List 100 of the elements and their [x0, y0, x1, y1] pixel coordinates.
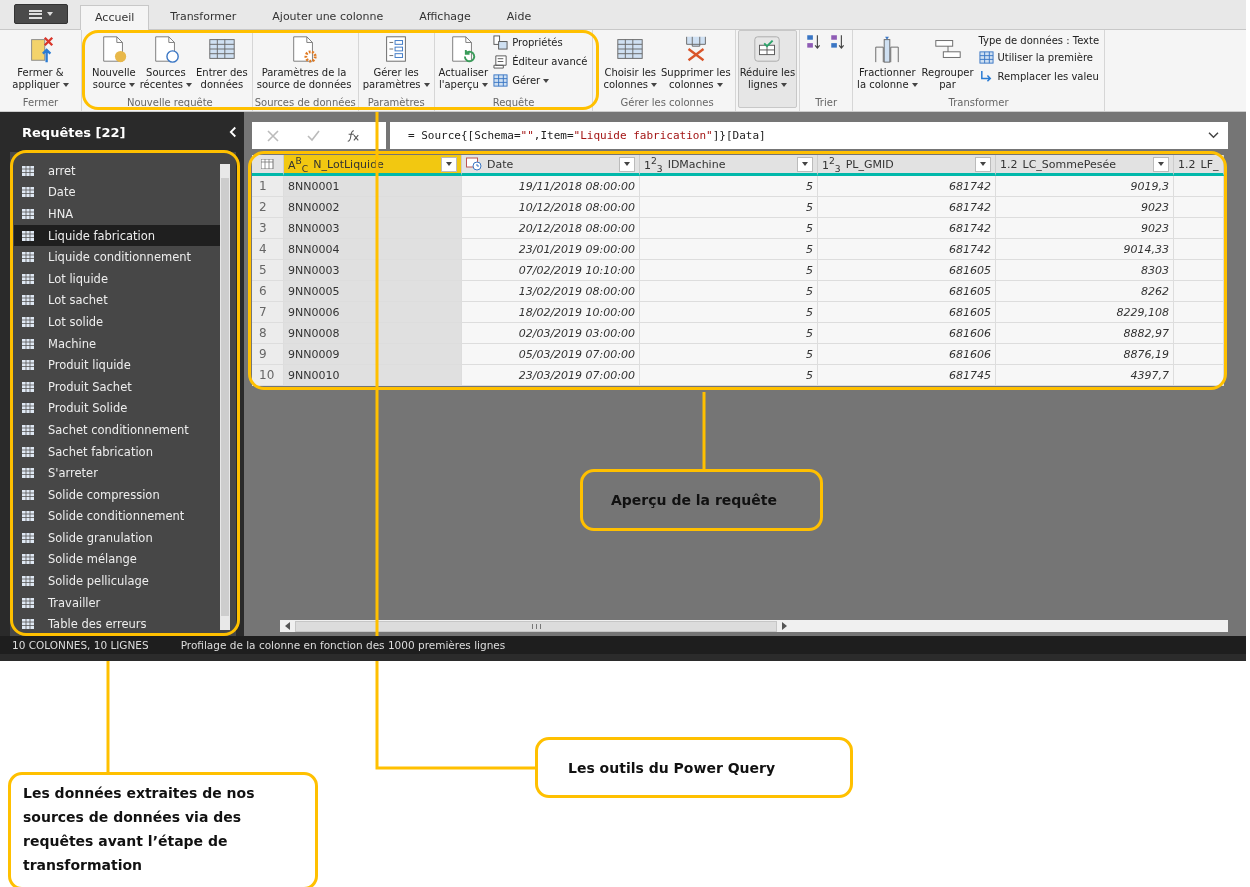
query-item[interactable]: Produit Sachet: [14, 375, 220, 398]
table-cell: 9023: [996, 197, 1174, 218]
ribbon-tab[interactable]: Accueil: [80, 5, 150, 30]
table-cell: [1174, 239, 1224, 260]
table-cell: [1174, 302, 1224, 323]
ribbon-button[interactable]: Éditeur avancé: [490, 53, 591, 70]
table-icon: [22, 316, 34, 327]
filter-dropdown[interactable]: [975, 156, 991, 172]
query-item[interactable]: arret: [14, 160, 220, 182]
column-header[interactable]: 1.2 LC_SommePesée: [996, 155, 1174, 176]
table-cell: 5: [640, 344, 818, 365]
type-icon: 1.2: [1178, 157, 1196, 171]
table-cell: 5: [640, 239, 818, 260]
query-item[interactable]: Travailler: [14, 591, 220, 614]
table-cell: 7: [252, 302, 284, 323]
status-text: 10 COLONNES, 10 LIGNES: [12, 639, 149, 651]
query-item[interactable]: Liquide conditionnement: [14, 246, 220, 268]
table-icon: [22, 576, 34, 587]
table-cell: [1174, 344, 1224, 365]
ribbon-button[interactable]: Supprimer les colonnes: [659, 30, 733, 94]
ribbon-tab[interactable]: Transformer: [155, 4, 252, 29]
function-icon[interactable]: [346, 128, 360, 143]
table-cell: 8: [252, 323, 284, 344]
column-header[interactable]: Date: [462, 155, 640, 176]
query-item[interactable]: Solide conditionnement: [14, 505, 220, 528]
query-item[interactable]: Table des erreurs: [14, 613, 220, 636]
table-cell: 10/12/2018 08:00:00: [462, 197, 640, 218]
ribbon-button[interactable]: Propriétés: [490, 34, 591, 51]
ribbon-button[interactable]: Sources récentes: [137, 30, 195, 94]
ribbon-button[interactable]: Réduire les lignes: [737, 30, 798, 108]
query-item[interactable]: Lot liquide: [14, 267, 220, 290]
ribbon-tab[interactable]: Ajouter une colonne: [257, 4, 399, 29]
query-item[interactable]: Produit Solide: [14, 397, 220, 420]
table-cell: [1174, 260, 1224, 281]
table-icon: [22, 295, 34, 306]
column-header[interactable]: A$^{B}$$_{C}$ N_LotLiquide: [284, 155, 462, 176]
table-cell: [1174, 218, 1224, 239]
query-item[interactable]: S'arreter: [14, 462, 220, 484]
query-item[interactable]: Machine: [14, 332, 220, 355]
query-item[interactable]: Solide mélange: [14, 548, 220, 571]
horizontal-scrollbar[interactable]: [280, 620, 1228, 632]
ribbon-tab[interactable]: Affichage: [404, 4, 486, 29]
query-item[interactable]: Lot sachet: [14, 289, 220, 312]
ribbon-tab[interactable]: Aide: [491, 4, 547, 29]
table-cell: 5: [640, 176, 818, 197]
query-item[interactable]: HNA: [14, 203, 220, 225]
ribbon-button[interactable]: Regrouper par: [919, 30, 976, 94]
table-cell: 9019,3: [996, 176, 1174, 197]
table-cell: 19/11/2018 08:00:00: [462, 176, 640, 197]
filter-dropdown[interactable]: [619, 156, 635, 172]
query-item[interactable]: Produit liquide: [14, 354, 220, 376]
ribbon-button[interactable]: Type de données : Texte: [975, 34, 1103, 47]
table-icon: [22, 252, 34, 263]
ribbon-button[interactable]: Gérer les paramètres: [360, 30, 432, 94]
query-item[interactable]: Solide pelliculage: [14, 570, 220, 592]
table-cell: 4: [252, 239, 284, 260]
query-item[interactable]: Sachet conditionnement: [14, 419, 220, 441]
table-cell: 681742: [818, 239, 996, 260]
ribbon-button[interactable]: Fractionner la colonne: [855, 30, 920, 94]
scroll-icon: [493, 54, 509, 69]
filter-dropdown[interactable]: [1153, 156, 1169, 172]
column-header[interactable]: 1$^{2}$$_{3}$ IDMachine: [640, 155, 818, 176]
ribbon-button[interactable]: Actualiser l'aperçu: [436, 30, 491, 94]
column-header[interactable]: 1$^{2}$$_{3}$ PL_GMID: [818, 155, 996, 176]
column-header[interactable]: 1.2 LF_: [1174, 155, 1224, 176]
ribbon-button[interactable]: Remplacer les valeu: [975, 68, 1103, 85]
ribbon-button[interactable]: Gérer: [490, 72, 591, 89]
scroll-left-icon[interactable]: [285, 622, 291, 630]
ribbon-button[interactable]: Utiliser la première: [975, 49, 1103, 66]
table-cell: 5: [640, 281, 818, 302]
collapse-icon[interactable]: [229, 126, 238, 138]
table-menu-button[interactable]: [252, 155, 284, 176]
table-cell: 8876,19: [996, 344, 1174, 365]
expand-icon[interactable]: [1207, 131, 1220, 140]
filter-dropdown[interactable]: [441, 156, 457, 172]
ribbon-button[interactable]: Nouvelle source: [90, 30, 138, 94]
table-cell: 681605: [818, 302, 996, 323]
table-icon: [22, 165, 34, 176]
group-label: Nouvelle requête: [126, 97, 213, 108]
query-item[interactable]: Solide compression: [14, 483, 220, 506]
table-cell: 681605: [818, 281, 996, 302]
query-item[interactable]: Solide granulation: [14, 527, 220, 549]
table-cell: 23/03/2019 07:00:00: [462, 365, 640, 386]
table-icon: [22, 403, 34, 414]
ribbon-button[interactable]: Fermer & appliquer: [10, 30, 71, 94]
query-item[interactable]: Lot solide: [14, 311, 220, 333]
check-icon[interactable]: [306, 128, 320, 143]
scroll-right-icon[interactable]: [781, 622, 787, 630]
file-menu-button[interactable]: [14, 4, 68, 24]
table-cell: [1174, 323, 1224, 344]
filter-dropdown[interactable]: [797, 156, 813, 172]
ribbon-button[interactable]: Entrer des données: [194, 30, 250, 94]
ribbon-button[interactable]: Choisir les colonnes: [601, 30, 659, 94]
table-cell: 681745: [818, 365, 996, 386]
query-item[interactable]: Sachet fabrication: [14, 440, 220, 463]
vertical-scrollbar[interactable]: [220, 164, 230, 630]
table-cell: 5: [640, 323, 818, 344]
query-item[interactable]: Date: [14, 181, 220, 204]
query-item[interactable]: Liquide fabrication: [14, 224, 220, 247]
ribbon-button[interactable]: Paramètres de la source de données: [254, 30, 354, 94]
